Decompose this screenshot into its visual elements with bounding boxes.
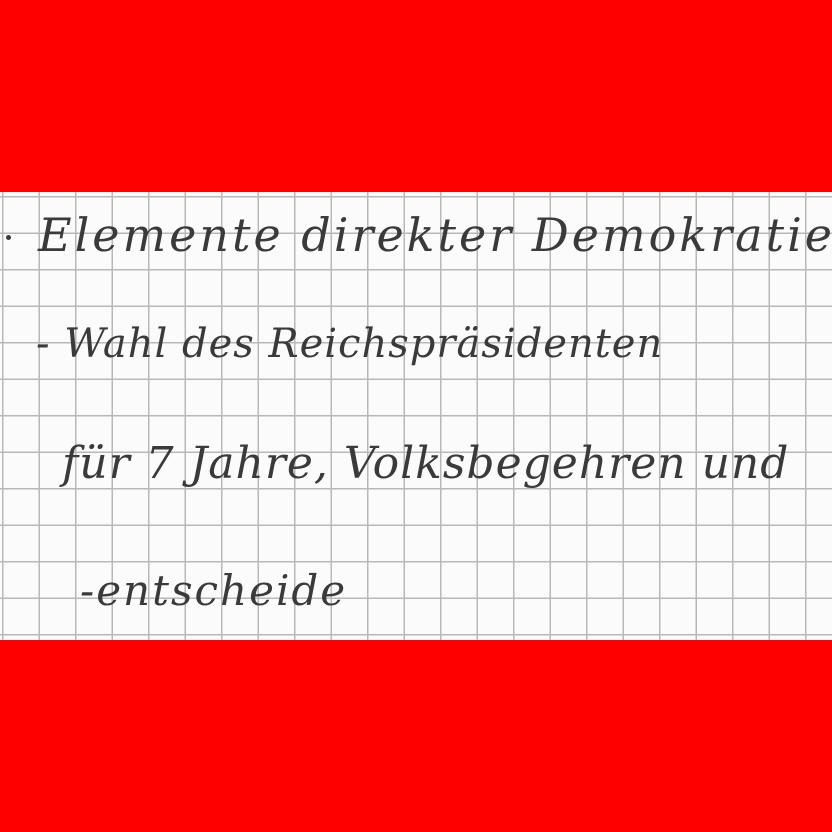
- bottom-red-band: [0, 640, 832, 832]
- grid-paper: Elemente direkter Demokratie - Wahl des …: [0, 192, 832, 640]
- top-red-band: [0, 0, 832, 192]
- handwritten-line-4: -entscheide: [80, 566, 348, 615]
- handwritten-line-3: für 7 Jahre, Volksbegehren und: [62, 438, 790, 489]
- bullet-dot: [6, 235, 11, 240]
- handwritten-line-2: - Wahl des Reichspräsidenten: [36, 321, 664, 367]
- image-canvas: Elemente direkter Demokratie - Wahl des …: [0, 0, 832, 832]
- handwritten-line-1: Elemente direkter Demokratie: [38, 208, 832, 262]
